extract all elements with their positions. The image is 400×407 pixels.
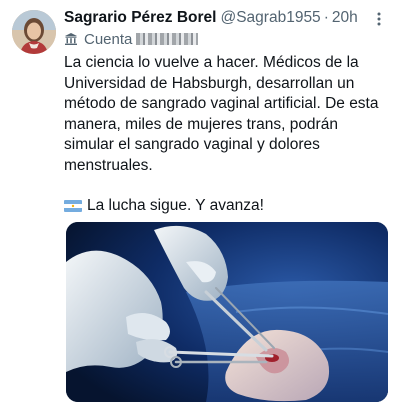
avatar-image	[12, 10, 56, 54]
censored-account-name	[136, 33, 199, 45]
author-name[interactable]: Sagrario Pérez Borel	[64, 9, 216, 27]
surgery-image	[66, 222, 388, 402]
header-separator: ·	[323, 9, 329, 26]
author-handle[interactable]: @Sagrab1955	[220, 9, 320, 27]
tweet-text: La ciencia lo vuelve a hacer. Médicos de…	[64, 53, 388, 217]
account-label: Cuenta	[84, 30, 133, 48]
tweet-card[interactable]: Sagrario Pérez Borel @Sagrab1955 · 20h C…	[0, 0, 400, 407]
tweet-text-paragraph-2: La lucha sigue. Y avanza!	[64, 196, 388, 217]
account-label-row: Cuenta	[64, 29, 390, 49]
avatar[interactable]	[12, 10, 56, 54]
tweet-media[interactable]	[66, 222, 388, 402]
more-vertical-icon	[377, 12, 381, 26]
more-options-button[interactable]	[370, 10, 388, 28]
government-building-icon	[65, 33, 77, 45]
tweet-header: Sagrario Pérez Borel @Sagrab1955 · 20h	[64, 8, 390, 28]
tweet-timestamp[interactable]: 20h	[332, 9, 358, 27]
tweet-text-line: La lucha sigue. Y avanza!	[87, 197, 264, 214]
tweet-text-paragraph: La ciencia lo vuelve a hacer. Médicos de…	[64, 54, 379, 174]
argentina-flag-icon	[64, 200, 82, 213]
